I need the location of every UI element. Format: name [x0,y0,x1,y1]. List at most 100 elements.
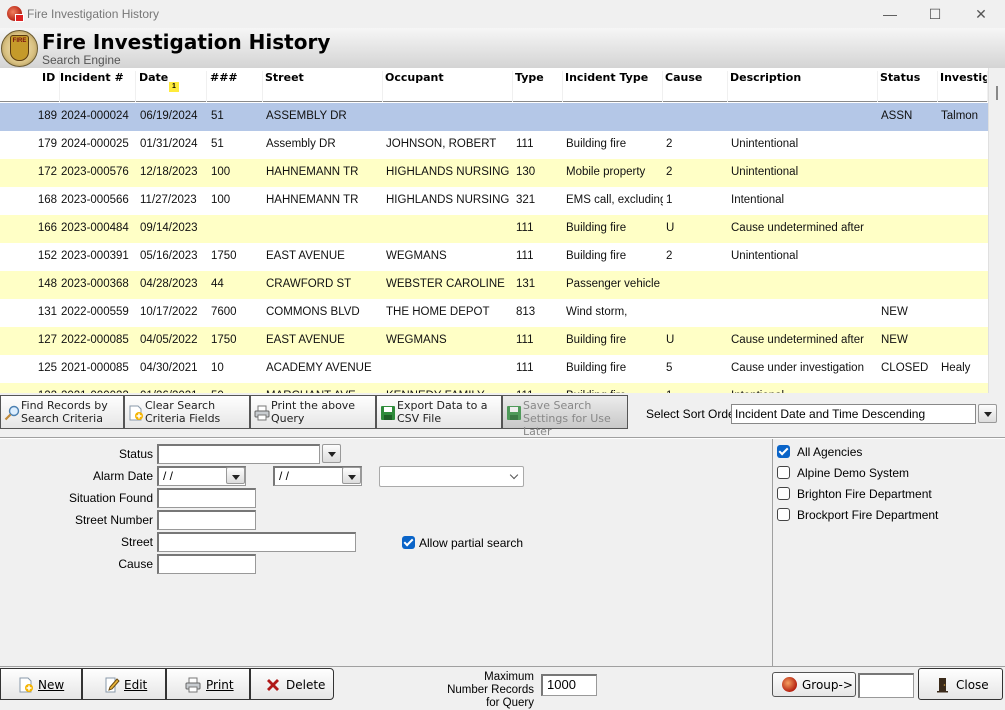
status-input[interactable] [157,444,320,464]
cell-incident-type: Building fire [566,138,627,150]
cell-occupant: WEGMANS [386,334,447,346]
results-grid[interactable]: ID Incident # Date ### Street Occupant T… [0,68,1005,393]
allow-partial-search-checkbox[interactable] [402,536,415,549]
column-header-description[interactable]: Description [728,71,878,102]
save-settings-button[interactable]: Save Search Settings for Use Later [502,395,628,438]
table-row[interactable]: 131 2022-000559 10/17/2022 7600 COMMONS BLVD… [0,299,988,327]
cell-status: ASSN [881,110,913,122]
table-row[interactable]: 127 2022-000085 04/05/2022 1750 EAST AVENUE W… [0,327,988,355]
alarm-date-label: Alarm Date [92,469,153,483]
column-header-id[interactable]: ID [40,71,60,102]
column-header-number[interactable]: ### [208,71,263,102]
street-input[interactable] [157,532,356,552]
cell-incident-type: Building fire [566,250,627,262]
column-header-investigator[interactable]: Investig [938,71,988,102]
group-button[interactable]: Group-> [772,672,856,697]
sort-order-select[interactable]: Incident Date and Time Descending [731,404,976,424]
export-csv-button[interactable]: Export Data to a CSV File [376,395,502,429]
column-header-street[interactable]: Street [263,71,383,102]
column-header-incident-type[interactable]: Incident Type [563,71,663,102]
cell-num: 100 [211,166,231,178]
clear-criteria-label: Clear Search Criteria Fields [145,399,221,425]
cell-occupant: WEGMANS [386,250,447,262]
scrollbar-thumb[interactable] [996,86,998,100]
fire-icon [782,677,797,692]
situation-found-input[interactable] [157,488,256,508]
table-row[interactable]: 179 2024-000025 01/31/2024 51 Assembly DR JOH… [0,131,988,159]
max-records-input[interactable]: 1000 [541,674,597,696]
print-query-button[interactable]: Print the above Query [250,395,376,429]
clear-criteria-button[interactable]: Clear Search Criteria Fields [124,395,250,429]
cell-incident: 2023-000391 [61,250,129,262]
cell-date: 04/30/2021 [140,362,198,374]
close-window-button[interactable]: ✕ [958,0,1004,28]
table-row[interactable]: 189 2024-000024 06/19/2024 51 ASSEMBLY DR ASS… [0,103,988,131]
group-label: Group-> [802,678,853,692]
cell-incident-type: Passenger vehicle [566,278,660,290]
new-button[interactable]: New [0,668,82,700]
cell-type: 321 [516,194,536,206]
find-records-button[interactable]: Find Records by Search Criteria [0,395,124,429]
agency-checkbox-alpine[interactable] [777,466,790,479]
magnifier-icon [4,405,20,421]
date-range-select[interactable] [379,466,524,487]
cell-status: NEW [881,306,908,318]
sort-order-indicator: 1 [169,82,179,92]
cell-date: 10/17/2022 [140,306,198,318]
cell-date: 04/28/2023 [140,278,198,290]
street-number-input[interactable] [157,510,256,530]
table-row[interactable]: 148 2023-000368 04/28/2023 44 CRAWFORD ST WEB… [0,271,988,299]
street-label: Street [120,535,153,549]
cell-occupant: THE HOME DEPOT [386,306,490,318]
delete-button[interactable]: Delete [250,668,334,700]
close-button[interactable]: Close [918,668,1003,700]
cell-num: 51 [211,110,224,122]
maximize-button[interactable]: ☐ [912,0,958,28]
table-row[interactable]: 125 2021-000085 04/30/2021 10 ACADEMY AVENUE… [0,355,988,383]
cell-type: 111 [516,334,534,346]
minimize-button[interactable]: — [867,0,913,28]
agency-label: Brockport Fire Department [797,508,939,522]
cell-incident: 2024-000024 [61,110,129,122]
sort-order-dropdown-button[interactable] [978,404,997,423]
save-settings-label: Save Search Settings for Use Later [523,399,611,438]
table-row[interactable]: 168 2023-000566 11/27/2023 100 HAHNEMANN TR H… [0,187,988,215]
status-dropdown-button[interactable] [322,444,341,463]
cell-id: 166 [37,222,57,234]
alarm-date-to-picker-button[interactable] [342,467,361,484]
column-header-type[interactable]: Type [513,71,563,102]
grid-vertical-scrollbar[interactable] [988,68,1005,393]
cell-street: HAHNEMANN TR [266,166,359,178]
column-header-cause[interactable]: Cause [663,71,728,102]
table-row[interactable]: 166 2023-000484 09/14/2023 111 Building fire… [0,215,988,243]
cell-date: 06/19/2024 [140,110,198,122]
new-document-icon [19,677,33,693]
table-row[interactable]: 1222021-00002201/26/202150MARCHANT AVEKE… [0,383,988,393]
edit-label: Edit [124,678,148,692]
alarm-date-from-picker-button[interactable] [226,467,245,484]
cell-incident-type: Mobile property [566,166,646,178]
cell-id: 125 [37,362,57,374]
cell-type: 813 [516,306,536,318]
print-button[interactable]: Print [166,668,250,700]
cell-incident: 2023-000484 [61,222,129,234]
fire-logo-icon: FIRE [1,30,38,67]
column-header-status[interactable]: Status [878,71,938,102]
column-header-occupant[interactable]: Occupant [383,71,513,102]
app-icon [7,6,24,22]
cell-id: 172 [37,166,57,178]
column-header-incident[interactable]: Incident # [58,71,136,102]
table-row[interactable]: 172 2023-000576 12/18/2023 100 HAHNEMANN TR H… [0,159,988,187]
group-input[interactable] [858,673,914,698]
cell-incident: 2023-000566 [61,194,129,206]
print-query-label: Print the above Query [271,399,356,425]
agency-checkbox-brighton[interactable] [777,487,790,500]
table-row[interactable]: 152 2023-000391 05/16/2023 1750 EAST AVENUE W… [0,243,988,271]
save-disk-icon [381,406,395,420]
cause-input[interactable] [157,554,256,574]
agency-checkbox-brockport[interactable] [777,508,790,521]
edit-button[interactable]: Edit [82,668,166,700]
agency-list: All Agencies Alpine Demo System Brighton… [772,439,1005,666]
agency-checkbox-all[interactable] [777,445,790,458]
cell-description: Intentional [731,194,785,206]
